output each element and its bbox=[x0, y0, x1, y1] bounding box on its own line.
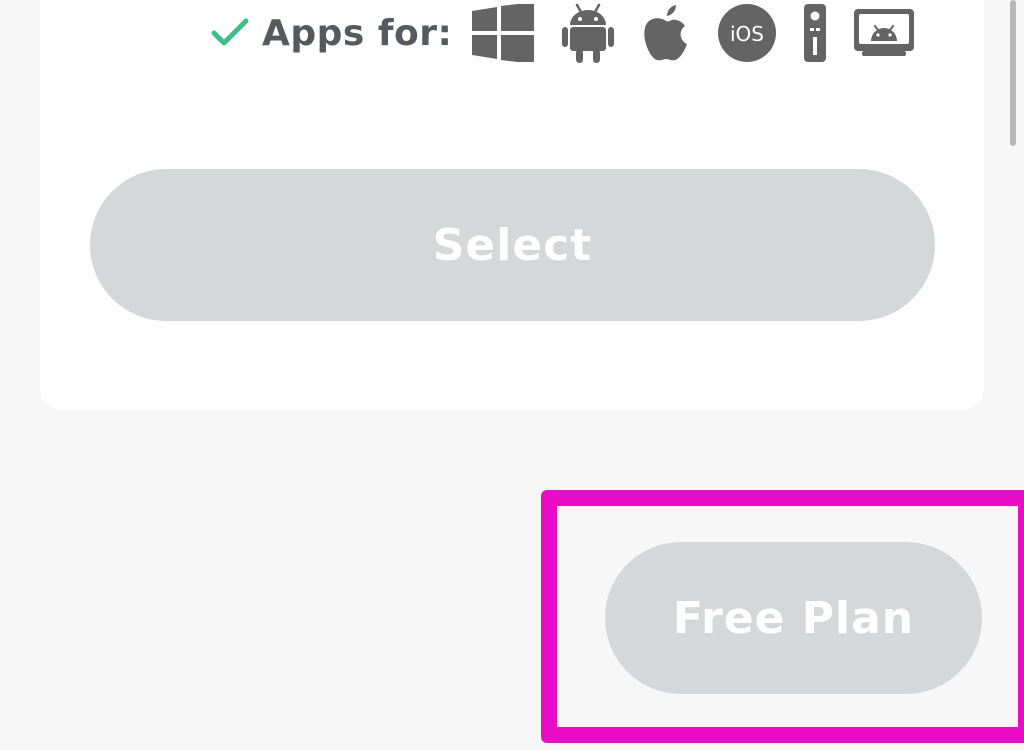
fire-tv-remote-icon bbox=[804, 2, 827, 64]
ios-icon-text: iOS bbox=[730, 22, 764, 46]
plan-card: Apps for: iOS Select bbox=[40, 0, 984, 410]
select-button[interactable]: Select bbox=[90, 169, 935, 321]
android-tv-icon bbox=[854, 2, 915, 64]
apple-icon bbox=[642, 2, 690, 64]
scrollbar[interactable] bbox=[1010, 0, 1016, 146]
page: Apps for: iOS Select Free Plan bbox=[0, 0, 1024, 750]
android-icon bbox=[562, 2, 615, 64]
checkmark-icon bbox=[210, 13, 250, 53]
ios-icon: iOS bbox=[718, 2, 777, 64]
windows-icon bbox=[472, 2, 535, 64]
apps-row: Apps for: iOS bbox=[210, 2, 942, 64]
free-plan-button[interactable]: Free Plan bbox=[605, 542, 982, 694]
apps-for-label: Apps for: bbox=[262, 12, 453, 54]
